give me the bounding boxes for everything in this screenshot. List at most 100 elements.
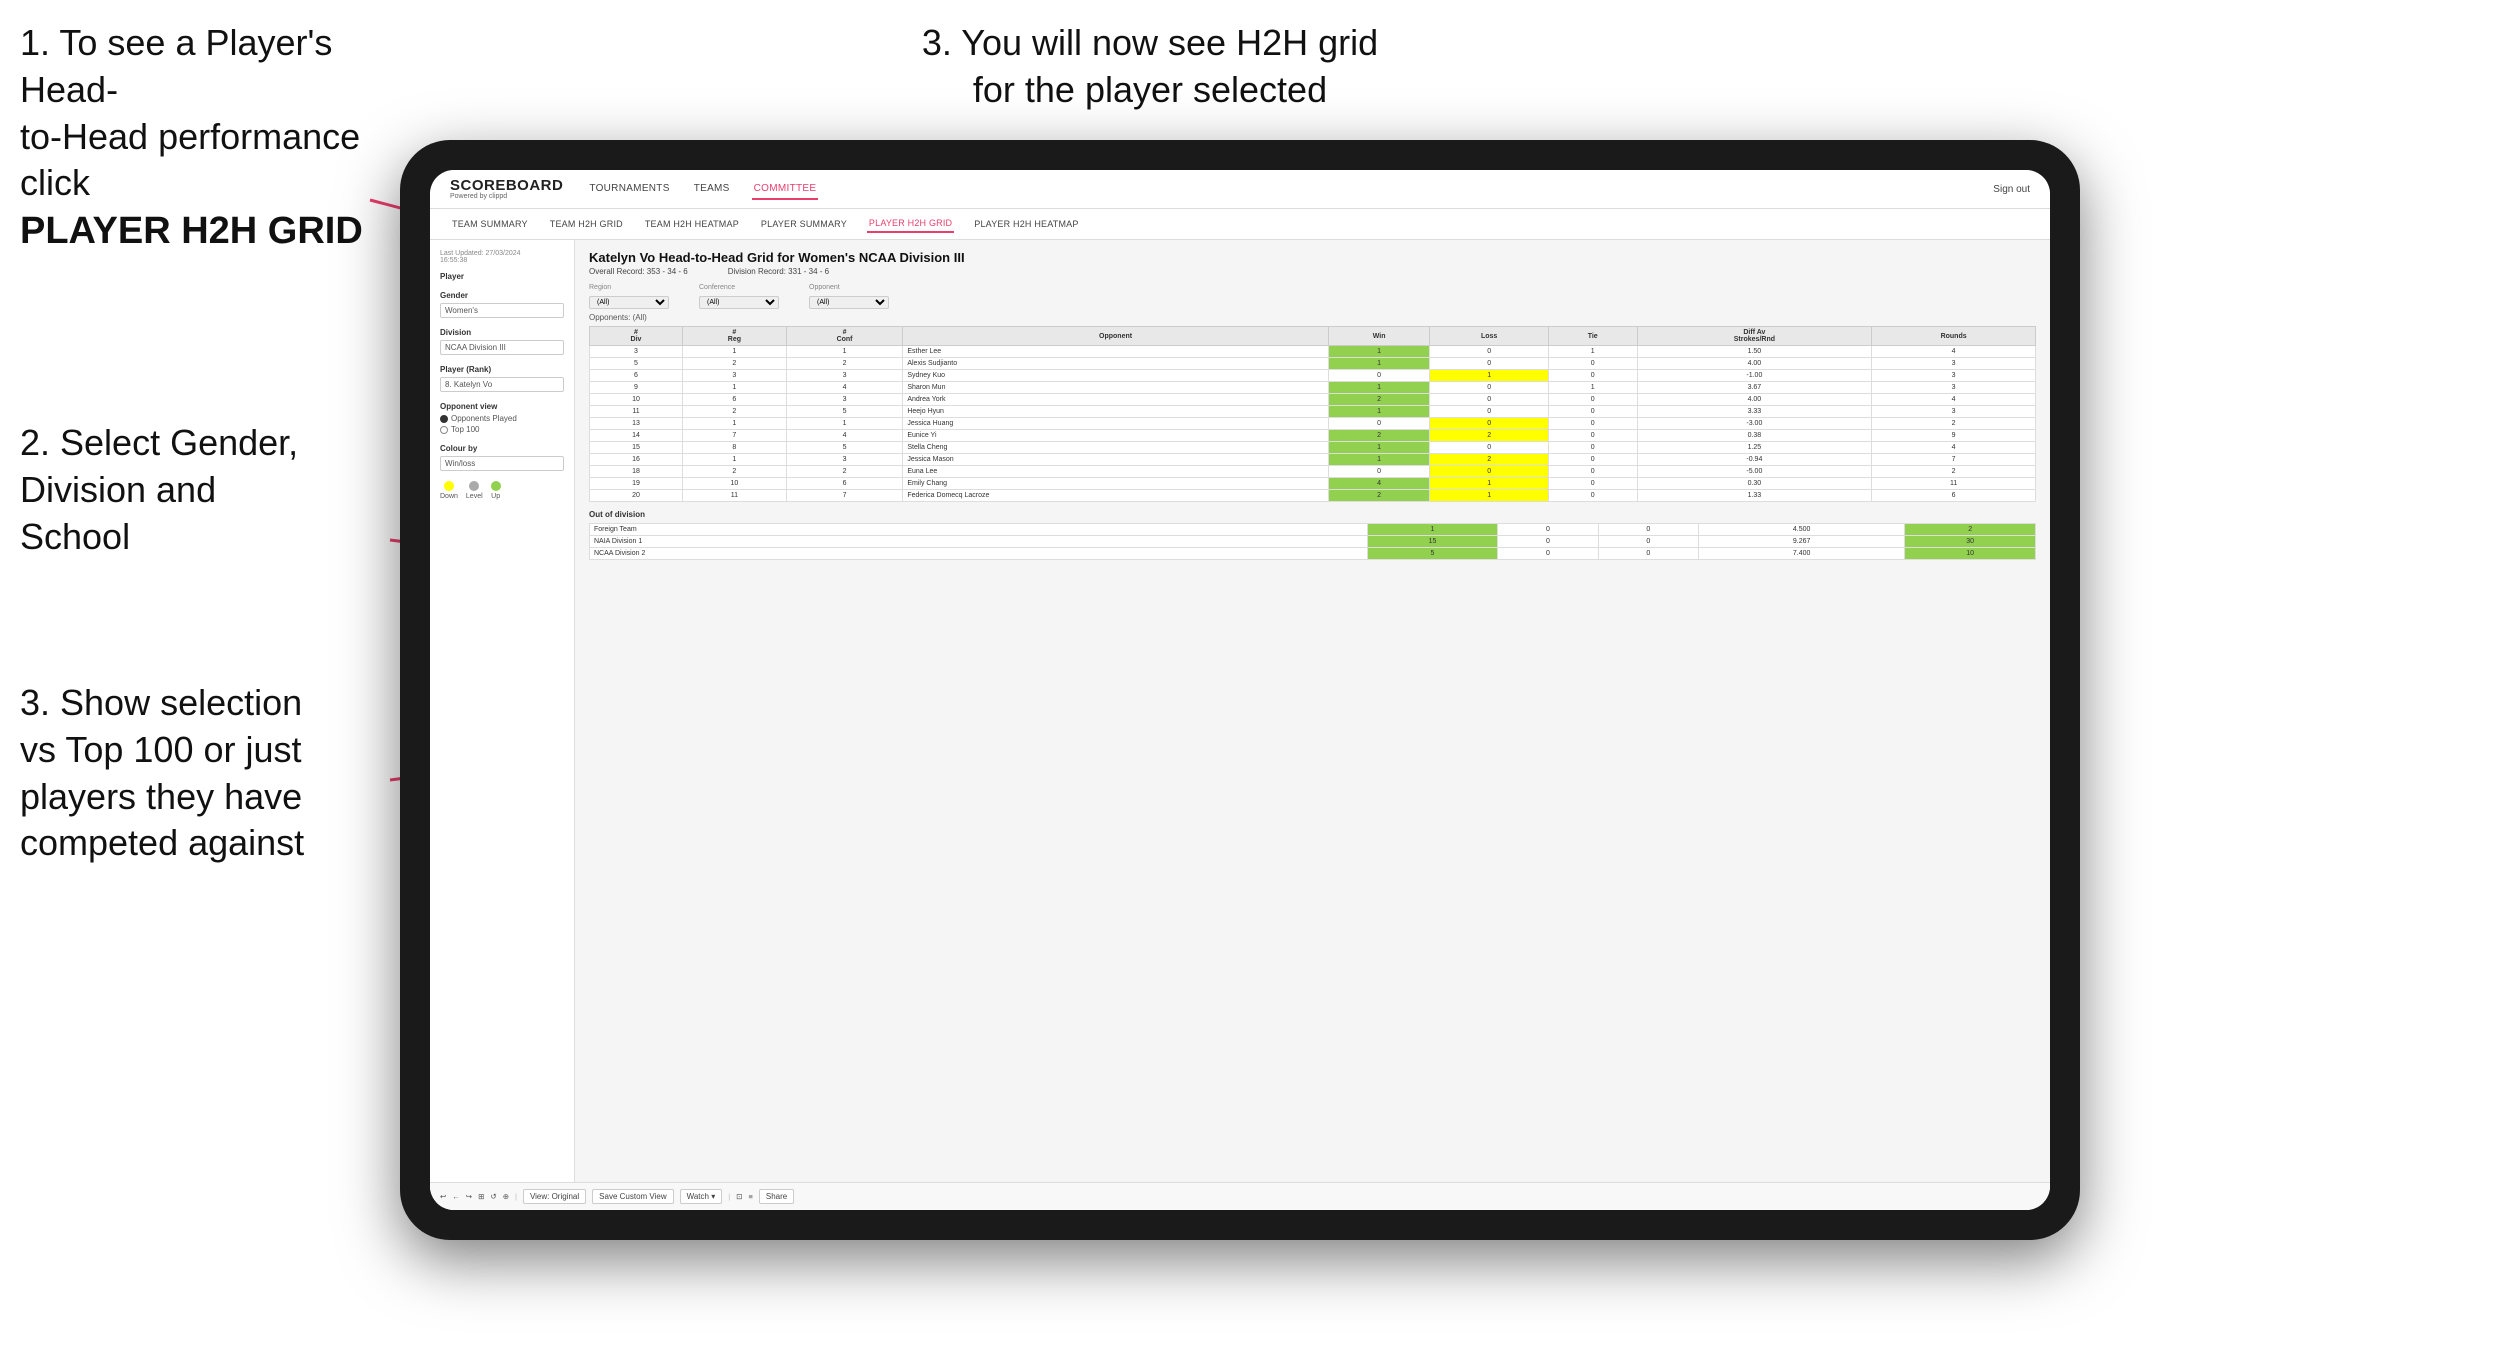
cell-conf: 6	[786, 478, 903, 490]
view-original-btn[interactable]: View: Original	[575, 1189, 586, 1204]
instruction-bottom-left: 3. Show selectionvs Top 100 or justplaye…	[20, 680, 380, 867]
cell-div: 13	[590, 418, 683, 430]
subnav-team-heatmap[interactable]: TEAM H2H HEATMAP	[643, 216, 741, 232]
ood-cell-win: 5	[1367, 548, 1498, 560]
ood-cell-tie: 0	[1598, 548, 1698, 560]
cell-loss: 0	[1430, 394, 1548, 406]
ood-cell-rounds: 2	[1905, 524, 2036, 536]
cell-opponent: Federica Domecq Lacroze	[903, 490, 1328, 502]
subnav-team-summary[interactable]: TEAM SUMMARY	[450, 216, 530, 232]
nav-tournaments[interactable]: TOURNAMENTS	[587, 179, 671, 200]
cell-tie: 0	[1548, 358, 1637, 370]
col-opponent: Opponent	[903, 327, 1328, 346]
cell-loss: 0	[1430, 346, 1548, 358]
cell-diff: 0.38	[1637, 430, 1872, 442]
player-rank-value[interactable]: 8. Katelyn Vo	[440, 377, 564, 392]
cell-opponent: Eunice Yi	[903, 430, 1328, 442]
subnav-player-summary[interactable]: PLAYER SUMMARY	[759, 216, 849, 232]
cell-tie: 0	[1548, 370, 1637, 382]
cell-conf: 1	[786, 418, 903, 430]
col-conf: #Conf	[786, 327, 903, 346]
bottom-toolbar: ↩ ← ↪ ⊞ ↺ ⊕ | View: Original Save Custom…	[575, 1182, 2050, 1210]
cell-div: 19	[590, 478, 683, 490]
cell-diff: 4.00	[1637, 358, 1872, 370]
cell-diff: 1.33	[1637, 490, 1872, 502]
table-row: 15 8 5 Stella Cheng 1 0 0 1.25 4	[590, 442, 2036, 454]
radio-opponents-label: Opponents Played	[451, 414, 517, 423]
cell-win: 1	[1328, 454, 1430, 466]
table-row: 10 6 3 Andrea York 2 0 0 4.00 4	[590, 394, 2036, 406]
legend-label-level: Level	[466, 493, 483, 500]
cell-div: 9	[590, 382, 683, 394]
cell-rounds: 3	[1872, 358, 2036, 370]
cell-tie: 0	[1548, 442, 1637, 454]
colour-by-value[interactable]: Win/loss	[440, 456, 564, 471]
radio-top100[interactable]: Top 100	[440, 425, 564, 434]
colour-by-label: Colour by	[440, 444, 564, 453]
cell-diff: -5.00	[1637, 466, 1872, 478]
toolbar-icon1[interactable]: ⊡	[736, 1192, 742, 1201]
subnav-player-h2h[interactable]: PLAYER H2H GRID	[867, 215, 954, 233]
opponent-filter-label: Opponent	[809, 284, 889, 291]
app-header: SCOREBOARD Powered by clippd TOURNAMENTS…	[430, 170, 2050, 209]
cell-conf: 7	[786, 490, 903, 502]
subnav-player-heatmap[interactable]: PLAYER H2H HEATMAP	[972, 216, 1080, 232]
table-row: 6 3 3 Sydney Kuo 0 1 0 -1.00 3	[590, 370, 2036, 382]
nav-committee[interactable]: COMMITTEE	[752, 179, 819, 200]
share-btn[interactable]: Share	[759, 1189, 794, 1204]
conference-filter-select[interactable]: (All)	[699, 296, 779, 309]
cell-reg: 2	[682, 358, 786, 370]
cell-reg: 7	[682, 430, 786, 442]
cell-conf: 4	[786, 430, 903, 442]
opponent-filter-select[interactable]: (All)	[809, 296, 889, 309]
conference-filter-label: Conference	[699, 284, 779, 291]
logo-area: SCOREBOARD Powered by clippd	[450, 178, 563, 200]
cell-div: 10	[590, 394, 683, 406]
col-div: #Div	[590, 327, 683, 346]
cell-loss: 0	[1430, 466, 1548, 478]
cell-reg: 1	[682, 382, 786, 394]
division-value[interactable]: NCAA Division III	[440, 340, 564, 355]
cell-diff: -1.00	[1637, 370, 1872, 382]
tablet-device: SCOREBOARD Powered by clippd TOURNAMENTS…	[400, 140, 2080, 1240]
watch-btn[interactable]: Watch ▾	[680, 1189, 723, 1204]
radio-opponents-played[interactable]: Opponents Played	[440, 414, 564, 423]
cell-reg: 11	[682, 490, 786, 502]
cell-tie: 0	[1548, 406, 1637, 418]
opponent-filter-group: Opponent (All)	[809, 284, 889, 309]
cell-tie: 0	[1548, 454, 1637, 466]
cell-conf: 1	[786, 346, 903, 358]
toolbar-icon2[interactable]: ≡	[748, 1192, 752, 1201]
cell-div: 16	[590, 454, 683, 466]
table-row: 16 1 3 Jessica Mason 1 2 0 -0.94 7	[590, 454, 2036, 466]
ood-cell-tie: 0	[1598, 536, 1698, 548]
cell-conf: 3	[786, 370, 903, 382]
sidebar-player-section: Player	[440, 272, 564, 281]
cell-rounds: 2	[1872, 418, 2036, 430]
cell-diff: -0.94	[1637, 454, 1872, 466]
cell-conf: 5	[786, 406, 903, 418]
ood-cell-rounds: 30	[1905, 536, 2036, 548]
cell-win: 4	[1328, 478, 1430, 490]
cell-win: 1	[1328, 406, 1430, 418]
cell-reg: 1	[682, 346, 786, 358]
sign-out[interactable]: Sign out	[1993, 184, 2030, 195]
table-row: 14 7 4 Eunice Yi 2 2 0 0.38 9	[590, 430, 2036, 442]
cell-opponent: Andrea York	[903, 394, 1328, 406]
sidebar-gender-section: Gender Women's	[440, 291, 564, 318]
cell-conf: 2	[786, 358, 903, 370]
save-custom-view-btn[interactable]: Save Custom View	[592, 1189, 673, 1204]
cell-div: 6	[590, 370, 683, 382]
cell-div: 14	[590, 430, 683, 442]
cell-diff: -3.00	[1637, 418, 1872, 430]
cell-win: 1	[1328, 346, 1430, 358]
region-filter-select[interactable]: (All)	[589, 296, 669, 309]
table-row: 11 2 5 Heejo Hyun 1 0 0 3.33 3	[590, 406, 2036, 418]
gender-value[interactable]: Women's	[440, 303, 564, 318]
sub-nav: TEAM SUMMARY TEAM H2H GRID TEAM H2H HEAT…	[430, 209, 2050, 240]
data-records: Overall Record: 353 - 34 - 6 Division Re…	[589, 267, 2036, 276]
nav-teams[interactable]: TEAMS	[692, 179, 732, 200]
subnav-team-h2h[interactable]: TEAM H2H GRID	[548, 216, 625, 232]
table-row: 5 2 2 Alexis Sudjianto 1 0 0 4.00 3	[590, 358, 2036, 370]
ood-cell-loss: 0	[1498, 536, 1598, 548]
